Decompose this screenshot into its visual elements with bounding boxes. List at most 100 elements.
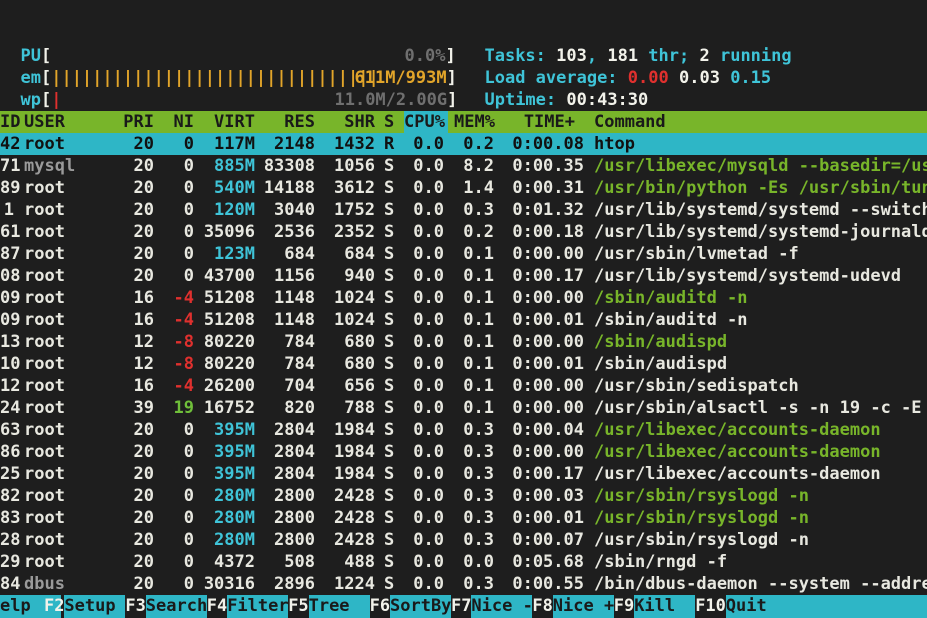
cell-pid: 63 (0, 420, 21, 440)
process-row[interactable]: 86 root 20 0 395M 2804 1984 S 0.0 0.3 0:00.00/usr/… (0, 441, 927, 463)
cell-ni: 0 (183, 552, 194, 572)
cell-command: /sbin/auditd -n (594, 310, 748, 330)
cell-res: 784 (284, 354, 315, 374)
process-row[interactable]: 89 root 20 0 540M 14188 3612 S 0.0 1.4 0:00.31/usr… (0, 177, 927, 199)
process-row[interactable]: 42 root 20 0 117M 2148 1432 R 0.0 0.2 0:00.08 htop (0, 133, 927, 155)
cell-state: S (384, 266, 395, 286)
cell-virt: 280M (214, 508, 255, 528)
process-row[interactable]: 84 dbus 20 0 30316 2896 1224 S 0.0 0.3 0:00.55/bin… (0, 573, 927, 595)
fkey-label-f10[interactable]: Quit (725, 595, 927, 618)
process-row[interactable]: 28 root 20 0 280M 2800 2428 S 0.0 0.3 0:00.07/usr/… (0, 529, 927, 551)
col-cpu-sorted[interactable]: CPU% (404, 111, 448, 133)
cell-shr: 1024 (334, 310, 375, 330)
cell-ni: 19 (173, 398, 194, 418)
cell-command: /usr/libexec/accounts-daemon (594, 464, 881, 484)
cell-command: /usr/lib/systemd/systemd-udevd (594, 266, 902, 286)
cell-pid: 82 (0, 486, 21, 506)
cell-cpu: 0.0 (413, 332, 444, 352)
fkey-f4[interactable]: F4 (207, 595, 227, 618)
process-row[interactable]: 12 root 16 -4 26200 704 656 S 0.0 0.1 0:00.00/usr/… (0, 375, 927, 397)
col-user[interactable]: USER (24, 111, 65, 133)
cell-state: S (384, 332, 395, 352)
fkey-f5[interactable]: F5 (288, 595, 308, 618)
process-row[interactable]: 10 root 12 -8 80220 784 680 S 0.0 0.1 0:00.01/sbin… (0, 353, 927, 375)
cell-user: root (24, 486, 65, 506)
cell-time: 0:00.00 (512, 288, 584, 308)
col-ni[interactable]: NI (160, 111, 194, 133)
fkey-f8[interactable]: F8 (532, 595, 552, 618)
process-row[interactable]: 09 root 16 -4 51208 1148 1024 S 0.0 0.1 0:00.00/sb… (0, 287, 927, 309)
cell-pid: 25 (0, 464, 21, 484)
cell-mem: 0.1 (463, 332, 494, 352)
cell-shr: 1024 (334, 288, 375, 308)
cell-cpu: 0.0 (413, 266, 444, 286)
process-row[interactable]: 83 root 20 0 280M 2800 2428 S 0.0 0.3 0:00.01/usr/… (0, 507, 927, 529)
fkey-f6[interactable]: F6 (370, 595, 390, 618)
cell-command: htop (594, 134, 635, 154)
fkey-f7[interactable]: F7 (451, 595, 471, 618)
cell-pid: 84 (0, 574, 21, 594)
process-row[interactable]: 29 root 20 0 4372 508 488 S 0.0 0.0 0:05.68/sbin/r… (0, 551, 927, 573)
cell-state: S (384, 552, 395, 572)
col-virt[interactable]: VIRT (200, 111, 255, 133)
process-row[interactable]: 63 root 20 0 395M 2804 1984 S 0.0 0.3 0:00.04/usr/… (0, 419, 927, 441)
cell-mem: 0.3 (463, 508, 494, 528)
col-shr[interactable]: SHR (315, 111, 375, 133)
cell-virt: 43700 (203, 266, 255, 286)
fkey-label-f5[interactable]: Tree (308, 595, 370, 618)
fkey-f2[interactable]: F2 (44, 595, 64, 618)
cell-shr: 680 (344, 332, 375, 352)
cell-virt: 30316 (203, 574, 255, 594)
col-state[interactable]: S (384, 111, 394, 133)
fkey-label-f2[interactable]: Setup (64, 595, 126, 618)
col-pri[interactable]: PRI (100, 111, 154, 133)
cell-res: 704 (284, 376, 315, 396)
process-row[interactable]: 71 mysql 20 0 885M 83308 1056 S 0.0 8.2 0:00.35/us… (0, 155, 927, 177)
fkey-f10[interactable]: F10 (695, 595, 726, 618)
fkey-label-f8[interactable]: Nice + (552, 595, 614, 618)
col-res[interactable]: RES (255, 111, 315, 133)
col-command[interactable]: Command (594, 111, 666, 133)
cell-user: root (24, 222, 65, 242)
cell-res: 2896 (274, 574, 315, 594)
fkey-label-f7[interactable]: Nice - (471, 595, 533, 618)
cell-command: /usr/bin/python -Es /usr/sbin/tuned (594, 178, 927, 198)
cell-pid: 08 (0, 266, 21, 286)
cell-shr: 1752 (334, 200, 375, 220)
cell-mem: 0.1 (463, 354, 494, 374)
process-row[interactable]: 09 root 16 -4 51208 1148 1024 S 0.0 0.1 0:00.01/sb… (0, 309, 927, 331)
cell-shr: 2428 (334, 486, 375, 506)
cell-time: 0:00.03 (512, 486, 584, 506)
cell-command: /usr/sbin/lvmetad -f (594, 244, 799, 264)
process-row[interactable]: 25 root 20 0 395M 2804 1984 S 0.0 0.3 0:00.17/usr/… (0, 463, 927, 485)
cell-mem: 0.1 (463, 398, 494, 418)
fkey-label-f6[interactable]: SortBy (390, 595, 451, 618)
cell-state: S (384, 310, 395, 330)
process-row[interactable]: 61 root 20 0 35096 2536 2352 S 0.0 0.2 0:00.18/usr… (0, 221, 927, 243)
fkey-label-f4[interactable]: Filter (227, 595, 289, 618)
process-row[interactable]: 24 root 39 19 16752 820 788 S 0.0 0.1 0:00.00/usr/… (0, 397, 927, 419)
process-row[interactable]: 87 root 20 0 123M 684 684 S 0.0 0.1 0:00.00/usr/sb… (0, 243, 927, 265)
cell-time: 0:00.17 (512, 464, 584, 484)
fkey-label-f9[interactable]: Kill (634, 595, 696, 618)
process-row[interactable]: 1 root 20 0 120M 3040 1752 S 0.0 0.3 0:01.32/usr/l… (0, 199, 927, 221)
cell-pid: 12 (0, 376, 21, 396)
cell-state: S (384, 200, 395, 220)
col-mem[interactable]: MEM% (454, 111, 495, 133)
load-5min: 0.03 (678, 68, 720, 88)
cell-pid: 87 (0, 244, 21, 264)
cell-pid: 29 (0, 552, 21, 572)
cell-cpu: 0.0 (413, 486, 444, 506)
fkey-label-f3[interactable]: Search (145, 595, 207, 618)
col-pid[interactable]: ID (0, 111, 20, 133)
fkey-f3[interactable]: F3 (125, 595, 145, 618)
col-time[interactable]: TIME+ (500, 111, 575, 133)
fkey-f9[interactable]: F9 (614, 595, 634, 618)
process-row[interactable]: 82 root 20 0 280M 2800 2428 S 0.0 0.3 0:00.03/usr/… (0, 485, 927, 507)
process-row[interactable]: 08 root 20 0 43700 1156 940 S 0.0 0.1 0:00.17/usr/… (0, 265, 927, 287)
cell-user: root (24, 464, 65, 484)
cell-pri: 12 (133, 332, 154, 352)
cell-time: 0:00.01 (512, 508, 584, 528)
process-row[interactable]: 13 root 12 -8 80220 784 680 S 0.0 0.1 0:00.00/sbin… (0, 331, 927, 353)
cell-ni: 0 (183, 178, 194, 198)
